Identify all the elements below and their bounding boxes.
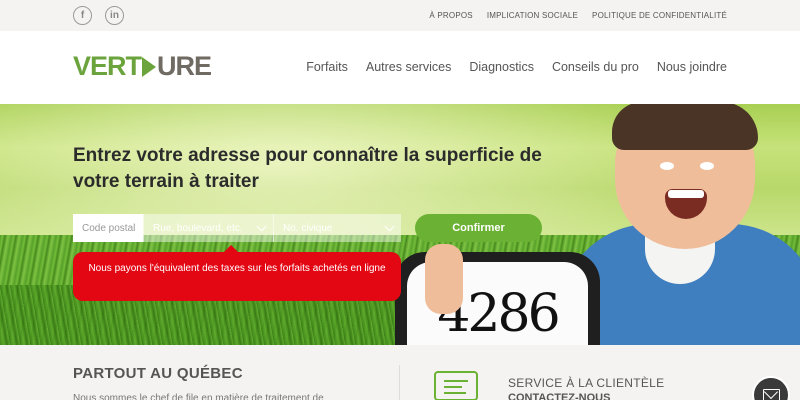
chevron-down-icon (256, 221, 267, 232)
top-utility-bar: f in À PROPOS IMPLICATION SOCIALE POLITI… (0, 0, 800, 31)
tax-notice: Nous payons l'équivalent des taxes sur l… (73, 245, 401, 301)
top-links: À PROPOS IMPLICATION SOCIALE POLITIQUE D… (429, 11, 727, 20)
nav-conseils-du-pro[interactable]: Conseils du pro (552, 60, 639, 74)
nav-diagnostics[interactable]: Diagnostics (469, 60, 534, 74)
address-form: Code postal Rue, boulevard, etc. No. civ… (73, 214, 401, 242)
partout-text: Nous sommes le chef de file en matière d… (73, 393, 324, 400)
vertdure-logo[interactable]: VERT URE (73, 51, 212, 81)
confirm-button[interactable]: Confirmer (415, 214, 542, 242)
customer-service-icon (434, 371, 478, 400)
nav-forfaits[interactable]: Forfaits (306, 60, 348, 74)
link-politique-confidentialite[interactable]: POLITIQUE DE CONFIDENTIALITÉ (592, 11, 727, 20)
postal-code-input[interactable]: Code postal (73, 214, 143, 242)
street-select[interactable]: Rue, boulevard, etc. (143, 214, 273, 242)
main-header: VERT URE Forfaits Autres services Diagnos… (0, 31, 800, 104)
hero-headline: Entrez votre adresse pour connaître la s… (73, 145, 542, 192)
service-title: SERVICE À LA CLIENTÈLE (508, 376, 665, 390)
contact-link[interactable]: CONTACTEZ-NOUS (508, 392, 610, 400)
link-implication-sociale[interactable]: IMPLICATION SOCIALE (487, 11, 578, 20)
leaf-d-icon (142, 57, 157, 77)
link-a-propos[interactable]: À PROPOS (429, 11, 472, 20)
linkedin-icon[interactable]: in (105, 6, 124, 25)
chevron-down-icon (384, 221, 395, 232)
nav-autres-services[interactable]: Autres services (366, 60, 451, 74)
partout-title: PARTOUT AU QUÉBEC (73, 365, 243, 382)
section-divider (399, 365, 400, 400)
envelope-icon (763, 389, 780, 400)
facebook-icon[interactable]: f (73, 6, 92, 25)
nav-nous-joindre[interactable]: Nous joindre (657, 60, 727, 74)
main-nav: Forfaits Autres services Diagnostics Con… (306, 60, 727, 74)
civic-number-select[interactable]: No. civique (273, 214, 401, 242)
